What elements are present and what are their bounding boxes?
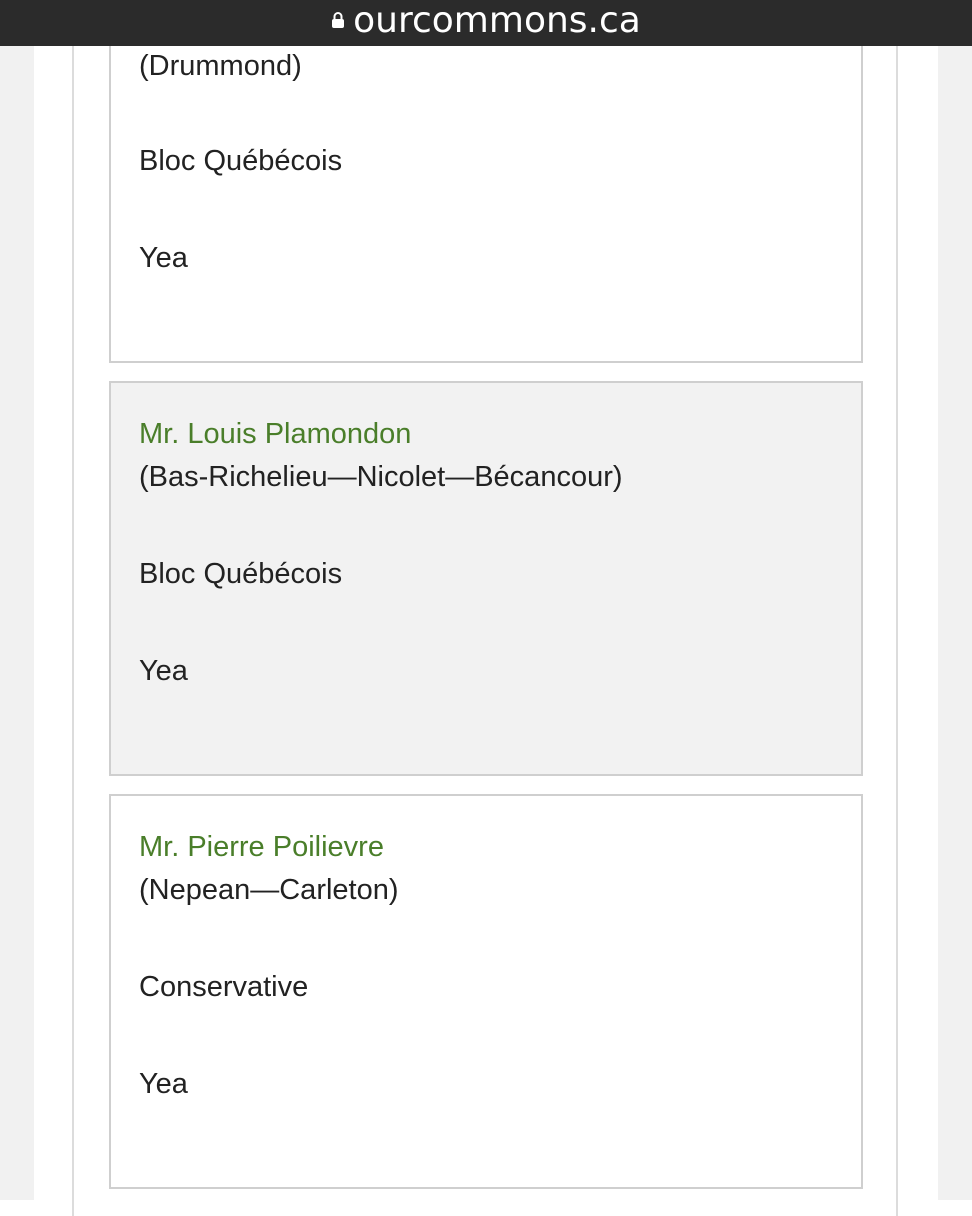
- page-margin-right: [938, 46, 972, 1200]
- member-vote: Yea: [139, 655, 188, 687]
- vote-card: Mr. Louis Plamondon (Bas-Richelieu—Nicol…: [109, 381, 863, 776]
- member-riding: (Bas-Richelieu—Nicolet—Bécancour): [139, 461, 623, 493]
- vote-card: Mr. Pierre Poilievre (Nepean—Carleton) C…: [109, 794, 863, 1189]
- lock-icon: [332, 12, 345, 28]
- member-party: Conservative: [139, 971, 309, 1003]
- member-name-link[interactable]: Mr. Pierre Poilievre: [139, 831, 384, 864]
- member-party: Bloc Québécois: [139, 558, 343, 590]
- vote-card: (Drummond) Bloc Québécois Yea: [109, 20, 863, 363]
- member-party: Bloc Québécois: [139, 145, 343, 177]
- page-margin-left: [0, 46, 34, 1200]
- url-display[interactable]: ourcommons.ca: [331, 0, 641, 41]
- member-riding: (Nepean—Carleton): [139, 874, 399, 906]
- member-riding: (Drummond): [139, 50, 302, 82]
- url-text: ourcommons.ca: [353, 0, 641, 41]
- browser-address-bar[interactable]: ourcommons.ca: [0, 0, 972, 46]
- member-name-link[interactable]: Mr. Louis Plamondon: [139, 418, 411, 451]
- member-vote: Yea: [139, 1068, 188, 1100]
- member-vote: Yea: [139, 242, 188, 274]
